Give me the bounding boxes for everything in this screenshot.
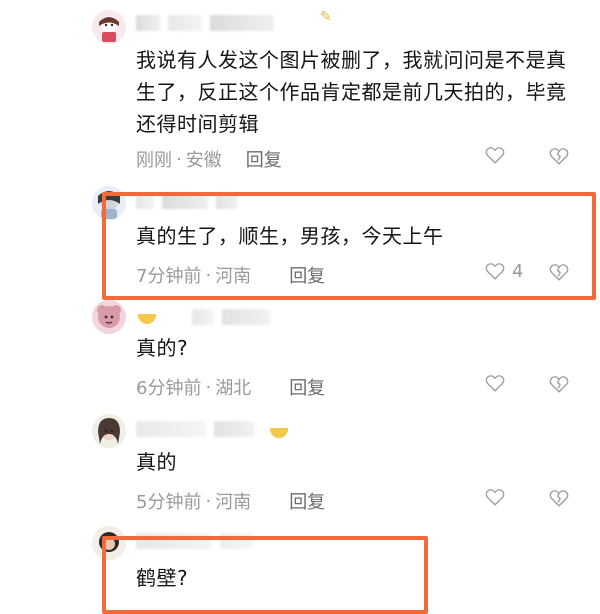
comment-meta: 6分钟前 · 湖北 回复: [136, 374, 325, 400]
dislike-button[interactable]: [548, 145, 570, 167]
comment-text: 鹤壁?: [136, 566, 189, 590]
comment-meta: 7分钟前 · 河南 回复: [136, 262, 325, 288]
decoration-icon: ✎: [320, 9, 332, 25]
username-blur-3: [216, 193, 238, 209]
avatar[interactable]: [92, 414, 126, 448]
username-redacted[interactable]: [136, 192, 238, 210]
username-blur-2: [214, 421, 254, 437]
meta-separator: ·: [205, 376, 212, 398]
username-redacted[interactable]: [136, 14, 274, 32]
comment-text: 我说有人发这个图片被删了，我就问问是不是真生了，反正这个作品肯定都是前几天拍的，…: [136, 48, 567, 136]
username-blur-1: [192, 309, 214, 325]
comment-time: 6分钟前: [136, 378, 202, 399]
comment-text: 真的: [136, 450, 177, 474]
heart-outline-icon: [484, 486, 506, 508]
broken-heart-outline-icon: [548, 145, 570, 167]
meta-separator: ·: [205, 490, 212, 512]
reply-button[interactable]: 回复: [246, 146, 282, 172]
username-redacted[interactable]: [192, 308, 270, 326]
heart-outline-icon: [484, 260, 506, 282]
broken-heart-outline-icon: [548, 487, 570, 509]
username-blur-2: [162, 193, 208, 209]
comment-meta: 刚刚 · 安徽 回复: [136, 146, 282, 172]
comment-location: 安徽: [185, 150, 222, 171]
reply-button[interactable]: 回复: [289, 374, 325, 400]
dislike-button[interactable]: [548, 373, 570, 395]
username-redacted[interactable]: [136, 532, 254, 550]
heart-outline-icon: [484, 372, 506, 394]
avatar[interactable]: [92, 300, 126, 334]
avatar[interactable]: [92, 186, 126, 220]
comment-location: 湖北: [215, 378, 252, 399]
avatar[interactable]: [92, 10, 126, 44]
comment-location: 河南: [215, 492, 252, 513]
broken-heart-outline-icon: [548, 261, 570, 283]
username-blur-2: [220, 533, 254, 549]
reply-button[interactable]: 回复: [289, 262, 325, 288]
broken-heart-outline-icon: [548, 373, 570, 395]
comment-time: 5分钟前: [136, 492, 202, 513]
comment-time: 7分钟前: [136, 266, 202, 287]
comment-location: 河南: [215, 266, 252, 287]
username-blur-1: [136, 15, 160, 31]
avatar[interactable]: [92, 526, 126, 560]
comment-time: 刚刚: [136, 150, 172, 171]
dislike-button[interactable]: [548, 487, 570, 509]
username-blur-1: [136, 193, 154, 209]
reply-button[interactable]: 回复: [289, 488, 325, 514]
username-blur-1: [136, 533, 212, 549]
meta-separator: ·: [176, 148, 182, 170]
comment-text: 真的?: [136, 336, 189, 360]
like-count: 4: [512, 260, 524, 282]
dislike-button[interactable]: [548, 261, 570, 283]
comment-text: 真的生了，顺生，男孩，今天上午: [136, 224, 444, 248]
like-button[interactable]: [484, 372, 512, 394]
username-redacted[interactable]: [136, 420, 254, 438]
meta-separator: ·: [205, 264, 212, 286]
emoji-icon: [138, 314, 156, 324]
username-blur-3: [210, 15, 274, 31]
username-blur-1: [136, 421, 206, 437]
emoji-icon: [270, 428, 288, 438]
like-button[interactable]: [484, 144, 512, 166]
like-button[interactable]: [484, 486, 512, 508]
username-blur-2: [168, 15, 202, 31]
heart-outline-icon: [484, 144, 506, 166]
comment-meta: 5分钟前 · 河南 回复: [136, 488, 325, 514]
username-blur-2: [222, 309, 270, 325]
like-button[interactable]: 4: [484, 260, 523, 282]
